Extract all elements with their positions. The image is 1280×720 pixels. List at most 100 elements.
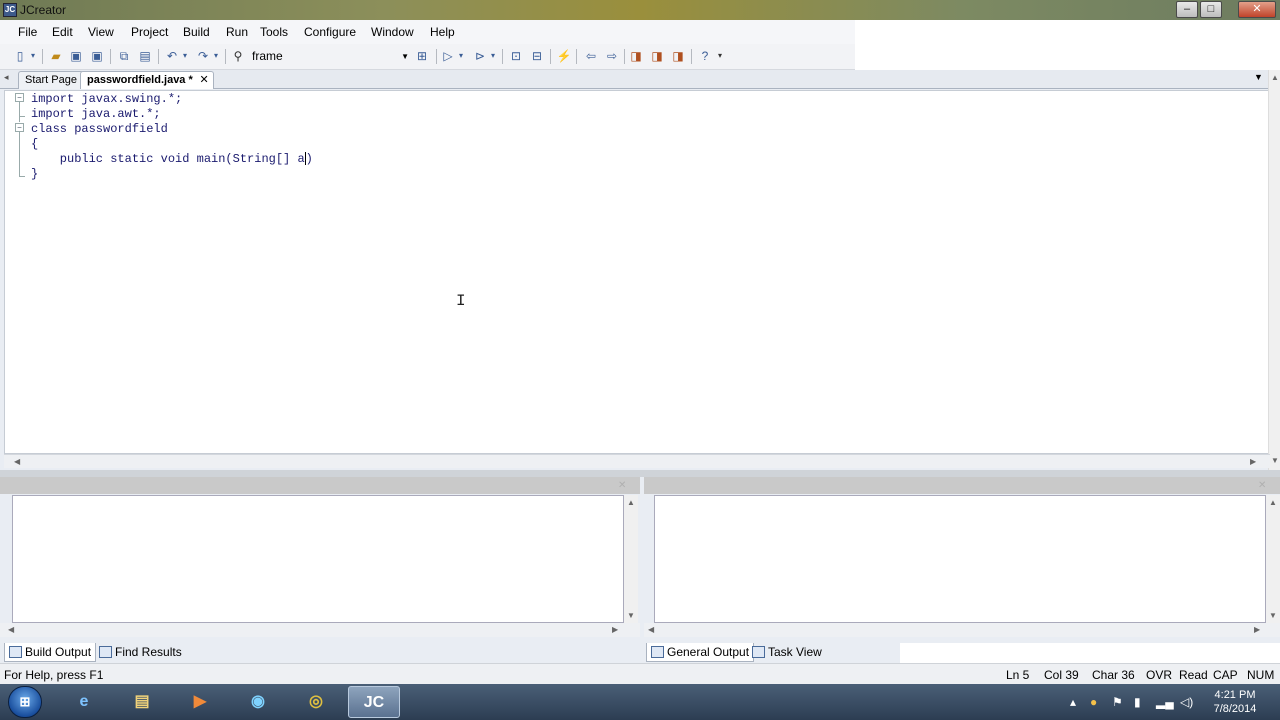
scroll-down-icon[interactable]: ▼	[627, 611, 635, 620]
close-tab-icon[interactable]: ✕	[200, 72, 209, 89]
scroll-left-icon[interactable]: ◀	[8, 625, 14, 634]
redo-icon[interactable]: ↷	[195, 48, 211, 64]
horizontal-scrollbar[interactable]: ◀ ▶	[4, 454, 1270, 468]
maximize-button[interactable]: □	[1200, 1, 1222, 18]
pane-close-icon[interactable]: ✕	[1258, 480, 1266, 491]
scroll-left-icon[interactable]: ◀	[648, 625, 654, 634]
menu-edit[interactable]: Edit	[52, 25, 73, 39]
menu-file[interactable]: File	[18, 25, 37, 39]
back-arrow-icon[interactable]: ⇦	[583, 48, 599, 64]
ibeam-cursor-icon: I	[456, 292, 466, 310]
window-title: JCreator	[20, 3, 67, 17]
tab-scroll-left-icon[interactable]: ◂	[4, 72, 9, 83]
find-in-files-icon[interactable]: ⊞	[414, 48, 430, 64]
scroll-up-icon[interactable]: ▲	[627, 498, 635, 507]
menu-window[interactable]: Window	[371, 25, 414, 39]
next-bookmark-icon[interactable]: ◨	[649, 48, 665, 64]
toolbar-separator	[158, 49, 159, 64]
menu-help[interactable]: Help	[430, 25, 455, 39]
run-dropdown-icon[interactable]: ▾	[456, 48, 466, 64]
chrome-icon[interactable]: ◎	[290, 686, 342, 718]
forward-arrow-icon[interactable]: ⇨	[604, 48, 620, 64]
menu-view[interactable]: View	[88, 25, 114, 39]
new-file-icon[interactable]: ▯	[12, 48, 28, 64]
clear-bookmarks-icon[interactable]: ◨	[670, 48, 686, 64]
copy-icon[interactable]: ⧉	[116, 48, 132, 64]
toggle-bookmark-icon[interactable]: ◨	[628, 48, 644, 64]
run-project-dropdown-icon[interactable]: ▾	[488, 48, 498, 64]
pane-splitter[interactable]	[0, 470, 1280, 477]
scroll-left-icon[interactable]: ◀	[14, 457, 20, 466]
media-player-icon[interactable]: ▶	[174, 686, 226, 718]
system-clock[interactable]: 4:21 PM 7/8/2014	[1202, 688, 1268, 716]
toolbar-separator	[691, 49, 692, 64]
redo-dropdown-icon[interactable]: ▾	[211, 48, 221, 64]
show-hidden-icons-icon[interactable]: ▴	[1070, 695, 1076, 709]
power-icon[interactable]: ▮	[1134, 695, 1141, 709]
tab-find-results[interactable]: Find Results	[95, 643, 186, 662]
output-hscrollbar[interactable]: ◀ ▶	[0, 623, 640, 637]
start-button[interactable]: ⊞	[8, 686, 42, 718]
run-icon[interactable]: ▷	[440, 48, 456, 64]
build-output-area[interactable]	[12, 495, 624, 623]
minimize-button[interactable]: –	[1176, 1, 1198, 18]
jcreator-taskbar-button[interactable]: JC	[348, 686, 400, 718]
find-results-icon	[99, 646, 112, 658]
tab-general-output[interactable]: General Output	[646, 643, 755, 662]
run-project-icon[interactable]: ⊳	[472, 48, 488, 64]
network-signal-icon[interactable]: ▂▄	[1156, 695, 1174, 709]
tab-build-output[interactable]: Build Output	[4, 643, 97, 662]
undo-dropdown-icon[interactable]: ▾	[180, 48, 190, 64]
code-editor[interactable]	[4, 90, 1270, 454]
menu-tools[interactable]: Tools	[260, 25, 288, 39]
fold-line-end	[19, 176, 25, 177]
pane-close-icon[interactable]: ✕	[618, 480, 626, 491]
wand-icon[interactable]: ⚡	[556, 48, 572, 64]
help-icon[interactable]: ?	[697, 48, 713, 64]
find-combo[interactable]: frame ▼	[246, 47, 412, 66]
code-line-2: import java.awt.*;	[31, 107, 161, 121]
scroll-up-icon[interactable]: ▲	[1271, 73, 1279, 82]
app-globe-icon[interactable]: ◉	[232, 686, 284, 718]
general-output-area[interactable]	[654, 495, 1266, 623]
fold-marker-icon[interactable]: −	[15, 123, 24, 132]
save-all-icon[interactable]: ▣	[89, 48, 105, 64]
file-explorer-icon[interactable]: ▤	[116, 686, 168, 718]
scroll-down-icon[interactable]: ▼	[1269, 611, 1277, 620]
internet-explorer-icon[interactable]: e	[58, 686, 110, 718]
tab-start-page[interactable]: Start Page	[18, 71, 84, 89]
output-hscrollbar[interactable]: ◀ ▶	[644, 623, 1280, 637]
build-project-icon[interactable]: ⊟	[529, 48, 545, 64]
status-column: Col 39	[1044, 668, 1079, 682]
output-vscrollbar[interactable]: ▲ ▼	[624, 495, 638, 623]
find-binoculars-icon[interactable]: ⚲	[230, 48, 246, 64]
compile-file-icon[interactable]: ⊡	[508, 48, 524, 64]
paste-icon[interactable]: ▤	[137, 48, 153, 64]
fold-marker-icon[interactable]: −	[15, 93, 24, 102]
code-line-4: {	[31, 137, 39, 151]
tab-list-dropdown-icon[interactable]: ▼	[1254, 72, 1263, 82]
open-folder-icon[interactable]: ▰	[48, 48, 64, 64]
output-vscrollbar[interactable]: ▲ ▼	[1266, 495, 1280, 623]
volume-icon[interactable]: ◁)	[1180, 695, 1193, 709]
new-dropdown-icon[interactable]: ▾	[28, 48, 38, 64]
scroll-right-icon[interactable]: ▶	[1254, 625, 1260, 634]
scroll-up-icon[interactable]: ▲	[1269, 498, 1277, 507]
chevron-down-icon[interactable]: ▼	[401, 47, 409, 66]
tray-app-icon[interactable]: ●	[1090, 695, 1097, 709]
scroll-right-icon[interactable]: ▶	[612, 625, 618, 634]
menu-build[interactable]: Build	[183, 25, 210, 39]
scroll-down-icon[interactable]: ▼	[1271, 456, 1279, 465]
scroll-right-icon[interactable]: ▶	[1250, 457, 1256, 466]
menu-configure[interactable]: Configure	[304, 25, 356, 39]
save-icon[interactable]: ▣	[68, 48, 84, 64]
vertical-scrollbar[interactable]: ▲ ▼	[1268, 70, 1280, 470]
action-center-flag-icon[interactable]: ⚑	[1112, 695, 1123, 709]
toolbar-options-icon[interactable]: ▾	[716, 48, 724, 64]
undo-icon[interactable]: ↶	[164, 48, 180, 64]
close-button[interactable]: ✕	[1238, 1, 1276, 18]
tab-task-view[interactable]: Task View	[748, 643, 826, 662]
tab-passwordfield-java[interactable]: passwordfield.java * ✕	[80, 71, 214, 89]
menu-run[interactable]: Run	[226, 25, 248, 39]
menu-project[interactable]: Project	[131, 25, 168, 39]
